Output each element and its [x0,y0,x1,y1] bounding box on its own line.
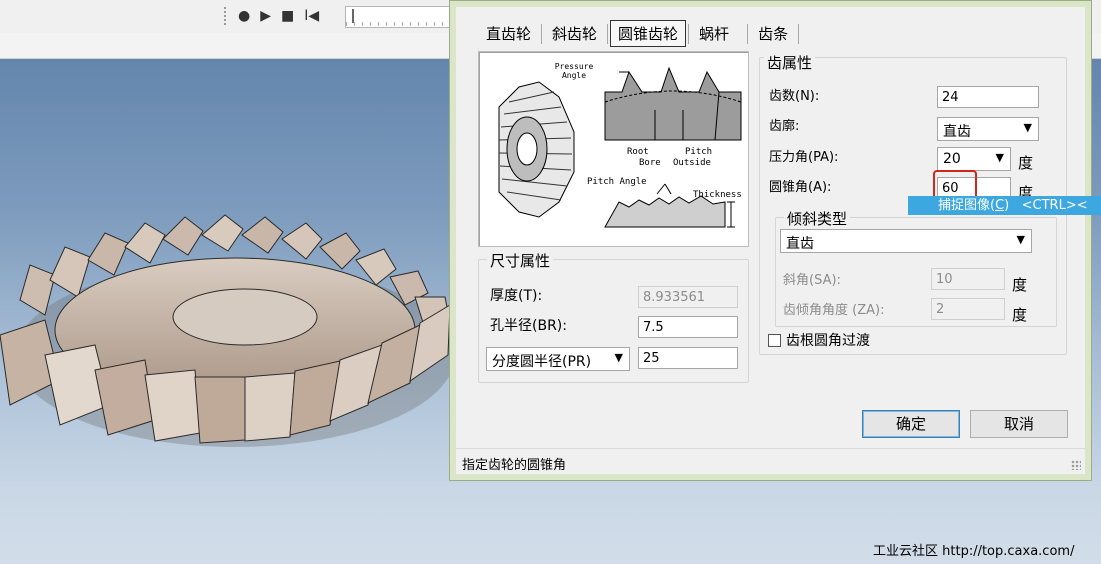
toolbar-grip[interactable] [224,7,228,25]
chevron-down-icon: ▼ [614,351,623,364]
helix-angle-label: 斜角(SA): [783,273,841,288]
stop-icon[interactable]: ■ [281,8,294,24]
tooth-properties-title: 齿属性 [764,52,816,73]
helix-type-title: 倾斜类型 [784,208,851,229]
cancel-button[interactable]: 取消 [970,410,1068,438]
thickness-field [638,286,738,308]
tab-helical-gear[interactable]: 斜齿轮 [544,19,605,48]
status-bar: 指定齿轮的圆锥角 [456,448,1085,474]
bevel-gear-model[interactable] [0,205,460,475]
capture-image-shortcut: <CTRL>< [1021,198,1088,213]
status-text: 指定齿轮的圆锥角 [462,458,567,473]
tab-separator [798,23,800,44]
tooth-angle-field [931,298,1005,320]
tooth-angle-label: 齿倾角角度 (ZA): [783,303,885,318]
diagram-label-pitch-angle: Pitch Angle [587,177,647,187]
bore-radius-label: 孔半径(BR): [490,318,567,334]
thickness-label: 厚度(T): [490,288,543,304]
dialog-body: 直齿轮 斜齿轮 圆锥齿轮 蜗杆 齿条 Pressure Angle Root B… [456,7,1085,448]
diagram-label-thickness: Thickness [693,190,742,200]
cone-angle-label: 圆锥角(A): [769,180,832,195]
capture-image-key: C [995,198,1005,213]
tooth-angle-unit: 度 [1012,306,1028,324]
diagram-label-root: Root [627,147,649,157]
tab-separator [688,23,690,44]
radius-field[interactable] [638,347,738,369]
radius-type-select[interactable]: 分度圆半径(PR) ▼ [486,347,630,371]
capture-image-prefix: 捕捉图像( [938,198,996,213]
profile-label: 齿廓: [769,119,800,134]
num-teeth-field[interactable] [937,86,1039,108]
slider-thumb[interactable] [352,9,354,23]
tab-spur-gear[interactable]: 直齿轮 [478,19,539,48]
helix-angle-unit: 度 [1012,276,1028,294]
num-teeth-label: 齿数(N): [769,89,820,104]
chevron-down-icon: ▼ [1023,121,1032,134]
watermark-text: 工业云社区 http://top.caxa.com/ [873,544,1075,559]
gear-dialog: 直齿轮 斜齿轮 圆锥齿轮 蜗杆 齿条 Pressure Angle Root B… [449,0,1092,481]
bore-radius-field[interactable] [638,316,738,338]
size-properties-title: 尺寸属性 [487,250,554,271]
tab-separator [607,23,609,44]
profile-select[interactable]: 直齿 ▼ [937,117,1039,141]
play-icon[interactable]: ▶ [260,8,271,24]
capture-image-suffix: ) [1004,198,1010,213]
tab-worm[interactable]: 蜗杆 [691,19,737,48]
pressure-angle-select[interactable]: 20 ▼ [937,147,1011,171]
resize-grip-icon[interactable] [1071,460,1081,470]
slider-ticks [346,22,451,26]
chevron-down-icon: ▼ [995,151,1004,164]
chevron-down-icon: ▼ [1016,233,1025,246]
tab-bevel-gear[interactable]: 圆锥齿轮 [610,20,687,47]
capture-image-menu-item[interactable]: 捕捉图像(C) <CTRL>< [908,196,1101,215]
pressure-angle-value: 20 [943,151,961,167]
radius-type-value: 分度圆半径(PR) [492,354,592,370]
helix-type-value: 直齿 [786,236,814,252]
ok-button[interactable]: 确定 [862,410,960,438]
record-icon[interactable]: ● [238,8,250,24]
root-fillet-checkbox[interactable] [768,334,781,347]
animation-controls: ● ▶ ■ I◀ [224,4,319,28]
helix-angle-field [931,268,1005,290]
diagram-label-pitch: Pitch [685,147,713,157]
helix-type-select[interactable]: 直齿 ▼ [780,229,1032,253]
diagram-label-outside: Outside [673,158,711,168]
profile-value: 直齿 [943,124,971,140]
diagram-label-bore: Bore [639,158,661,168]
tab-separator [747,23,749,44]
gear-type-tabs: 直齿轮 斜齿轮 圆锥齿轮 蜗杆 齿条 [478,19,801,48]
pressure-angle-label: 压力角(PA): [769,150,839,165]
pressure-angle-unit: 度 [1018,154,1034,172]
diagram-label-pressure-angle: Pressure Angle [554,62,594,80]
tab-rack[interactable]: 齿条 [750,19,796,48]
animation-slider[interactable] [345,6,452,28]
bevel-gear-diagram: Pressure Angle Root Bore Pitch Outside P… [478,51,749,247]
rewind-icon[interactable]: I◀ [304,8,319,24]
tab-separator [541,23,543,44]
root-fillet-label: 齿根圆角过渡 [786,333,870,349]
